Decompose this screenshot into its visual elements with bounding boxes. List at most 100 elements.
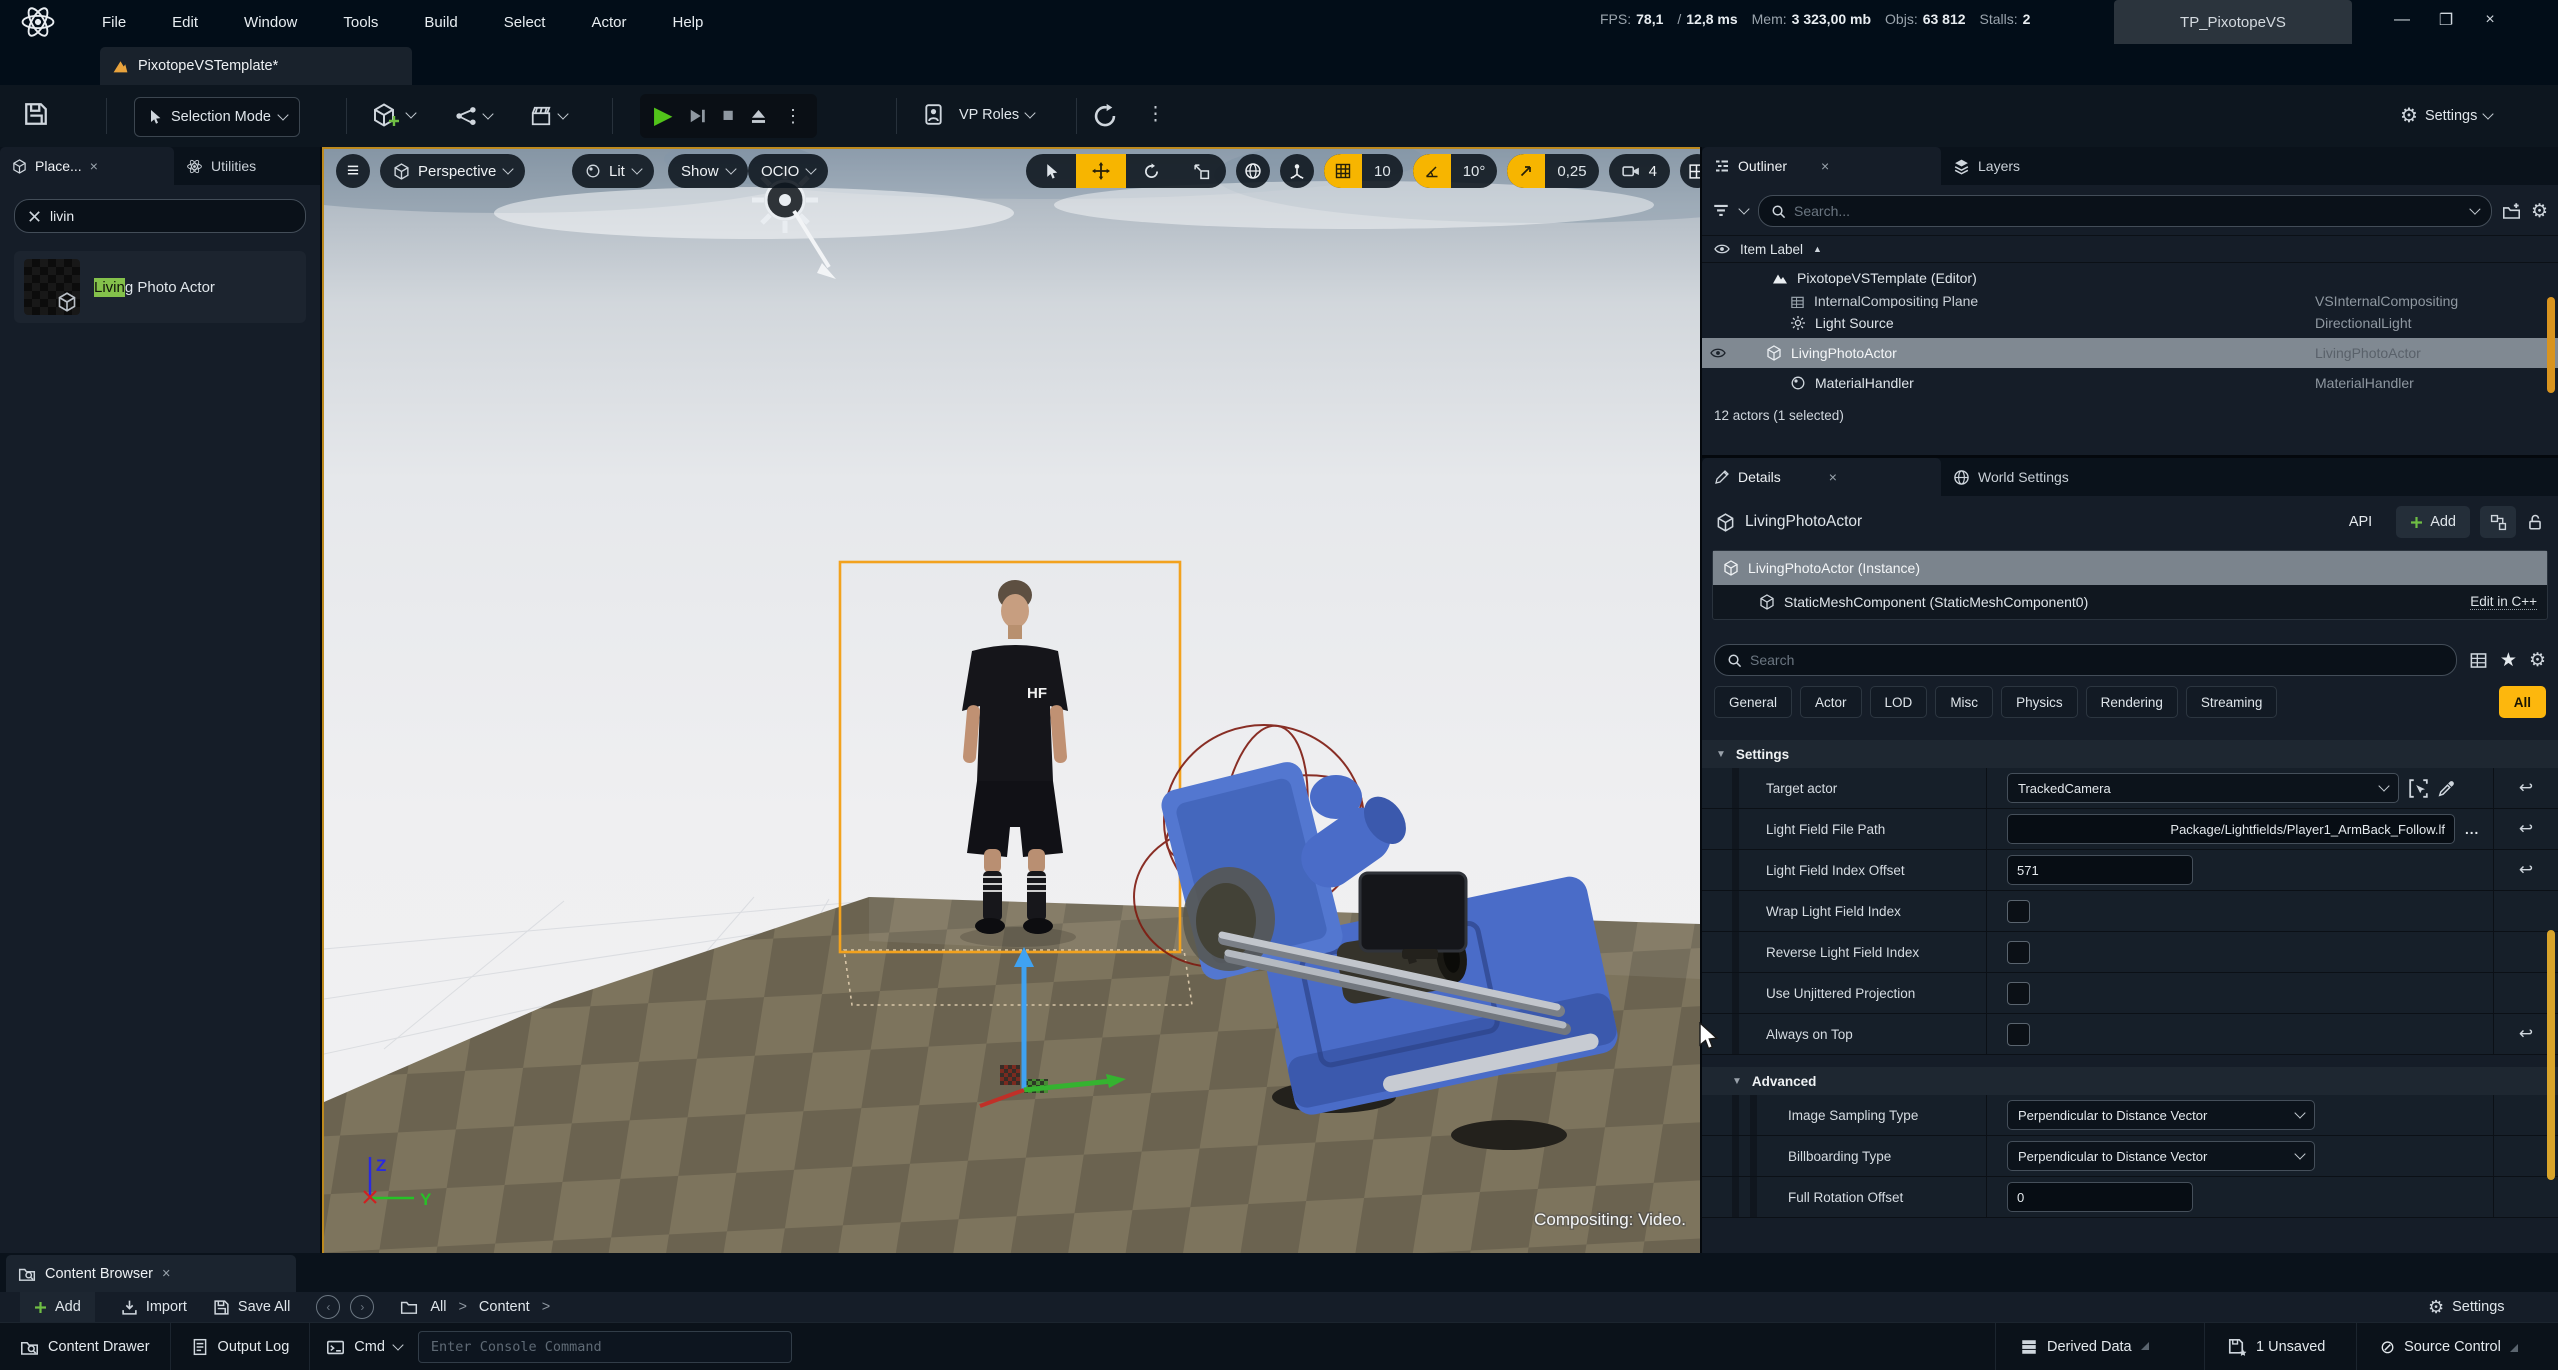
import-button[interactable]: Import [121,1299,187,1316]
surface-snapping-toggle[interactable] [1280,154,1314,188]
view-mode-lit[interactable]: Lit [572,154,654,188]
project-name-tab[interactable]: TP_PixotopeVS [2114,0,2352,44]
viewport-options-menu[interactable]: ≡ [336,154,370,188]
category-streaming[interactable]: Streaming [2186,686,2278,718]
restore-button[interactable]: ❐ [2424,5,2468,35]
ocio-menu[interactable]: OCIO [748,154,828,188]
rotation-snap-control[interactable]: 10° [1413,154,1498,188]
outliner-row-livingphotoactor[interactable]: LivingPhotoActor LivingPhotoActor [1702,338,2558,368]
settings-dropdown[interactable]: ⚙ Settings [2400,103,2492,128]
breadcrumb-all[interactable]: All [430,1299,446,1315]
vp-roles-dropdown[interactable]: VP Roles [922,103,1034,126]
scale-snap-control[interactable]: 0,25 [1507,154,1598,188]
view-mode-perspective[interactable]: Perspective [380,154,525,188]
billboarding-dropdown[interactable]: Perpendicular to Distance Vector [2007,1141,2315,1171]
category-rendering[interactable]: Rendering [2086,686,2178,718]
new-folder-icon[interactable] [2502,202,2521,221]
add-component-button[interactable]: Add [2396,506,2470,538]
details-search-input[interactable] [1750,652,2444,668]
menu-build[interactable]: Build [422,10,459,35]
outliner-scrollbar[interactable] [2547,297,2555,393]
stop-icon[interactable]: ■ [716,105,739,127]
grid-snap-control[interactable]: 10 [1324,154,1403,188]
close-icon[interactable]: × [1829,469,1837,485]
index-offset-input[interactable]: 571 [2007,855,2193,885]
menu-help[interactable]: Help [671,10,706,35]
image-sampling-dropdown[interactable]: Perpendicular to Distance Vector [2007,1100,2315,1130]
back-icon[interactable]: ‹ [316,1295,340,1319]
cmd-dropdown[interactable]: Cmd [310,1338,418,1357]
details-scrollbar[interactable] [2547,930,2555,1180]
clear-search-icon[interactable] [27,209,42,224]
wrap-index-checkbox[interactable] [2007,900,2030,923]
tab-details[interactable]: Details × [1702,458,1941,496]
visibility-eye-icon[interactable] [1714,241,1730,257]
close-icon[interactable]: × [162,1266,170,1282]
world-local-space-toggle[interactable] [1236,154,1270,188]
tab-utilities[interactable]: Utilities [174,147,268,185]
outliner-row-light[interactable]: Light Source DirectionalLight [1702,308,2558,338]
play-options-dots-icon[interactable]: ⋮ [777,106,809,127]
source-control-button[interactable]: ⊘ Source Control [2380,1337,2518,1358]
minimize-button[interactable]: — [2380,5,2424,35]
close-icon[interactable]: × [90,158,98,174]
display-filter-table-icon[interactable] [2469,651,2488,670]
tab-layers[interactable]: Layers [1941,147,2032,185]
outliner-search-input[interactable] [1794,203,2463,219]
outliner-row-clipped[interactable]: InternalCompositing Plane VSInternalComp… [1702,293,2558,308]
menu-file[interactable]: File [100,10,128,35]
forward-icon[interactable]: › [350,1295,374,1319]
skip-to-end-icon[interactable] [682,106,712,126]
advanced-section-header[interactable]: ▼ Advanced [1702,1067,2558,1095]
move-tool[interactable] [1076,154,1126,188]
tab-place-actors[interactable]: Place... × [0,147,174,185]
eject-icon[interactable] [744,107,773,126]
browse-ellipsis-button[interactable]: ... [2465,822,2479,837]
outliner-row-level[interactable]: PixotopeVSTemplate (Editor) [1702,263,2558,293]
sync-pixotope-icon[interactable] [1092,103,1118,129]
unsaved-button[interactable]: 1 Unsaved [2228,1338,2325,1357]
favorites-star-icon[interactable]: ★ [2500,649,2517,672]
category-actor[interactable]: Actor [1800,686,1862,718]
revert-icon[interactable]: ↩ [2493,768,2558,808]
chevron-down-icon[interactable] [2470,203,2481,214]
scale-snap-value[interactable]: 0,25 [1545,154,1598,188]
breadcrumb-content[interactable]: Content [479,1299,530,1315]
camera-speed-control[interactable]: 4 [1609,154,1670,188]
close-icon[interactable]: × [1821,158,1829,174]
add-asset-button[interactable]: Add [20,1292,95,1322]
outliner-settings-gear-icon[interactable]: ⚙ [2531,200,2548,223]
edit-in-cpp-link[interactable]: Edit in C++ [2470,594,2537,610]
add-actor-button[interactable] [372,103,415,127]
unjittered-projection-checkbox[interactable] [2007,982,2030,1005]
tab-content-browser[interactable]: Content Browser × [6,1255,296,1292]
cinematics-button[interactable] [530,105,567,127]
always-on-top-checkbox[interactable] [2007,1023,2030,1046]
reverse-index-checkbox[interactable] [2007,941,2030,964]
target-actor-dropdown[interactable]: TrackedCamera [2007,773,2399,803]
revert-icon[interactable]: ↩ [2493,809,2558,849]
visibility-eye-icon[interactable] [1710,345,1726,361]
menu-actor[interactable]: Actor [589,10,628,35]
viewport[interactable]: HF [322,147,1700,1253]
category-all[interactable]: All [2499,686,2546,718]
component-row-staticmesh[interactable]: StaticMeshComponent (StaticMeshComponent… [1713,585,2547,619]
eyedropper-icon[interactable] [2438,779,2456,797]
save-icon[interactable] [23,101,49,127]
outliner-search-field[interactable] [1758,195,2492,227]
tab-outliner[interactable]: Outliner × [1702,147,1941,185]
column-item-label[interactable]: Item Label [1740,242,1803,257]
maximize-viewport-button[interactable] [1680,154,1700,188]
full-rotation-offset-input[interactable]: 0 [2007,1182,2193,1212]
component-row-instance[interactable]: LivingPhotoActor (Instance) [1713,551,2547,585]
play-icon[interactable]: ▶ [648,104,678,128]
outliner-row-materialhandler[interactable]: MaterialHandler MaterialHandler [1702,368,2558,398]
menu-edit[interactable]: Edit [170,10,200,35]
menu-tools[interactable]: Tools [341,10,380,35]
toolbar-dots-icon[interactable]: ⋮ [1146,103,1165,126]
settings-section-header[interactable]: ▼ Settings [1702,740,2558,768]
tab-world-settings[interactable]: World Settings [1941,458,2081,496]
chevron-down-icon[interactable] [1738,203,1749,214]
close-window-button[interactable]: × [2468,5,2512,35]
lock-icon[interactable] [2526,513,2544,531]
